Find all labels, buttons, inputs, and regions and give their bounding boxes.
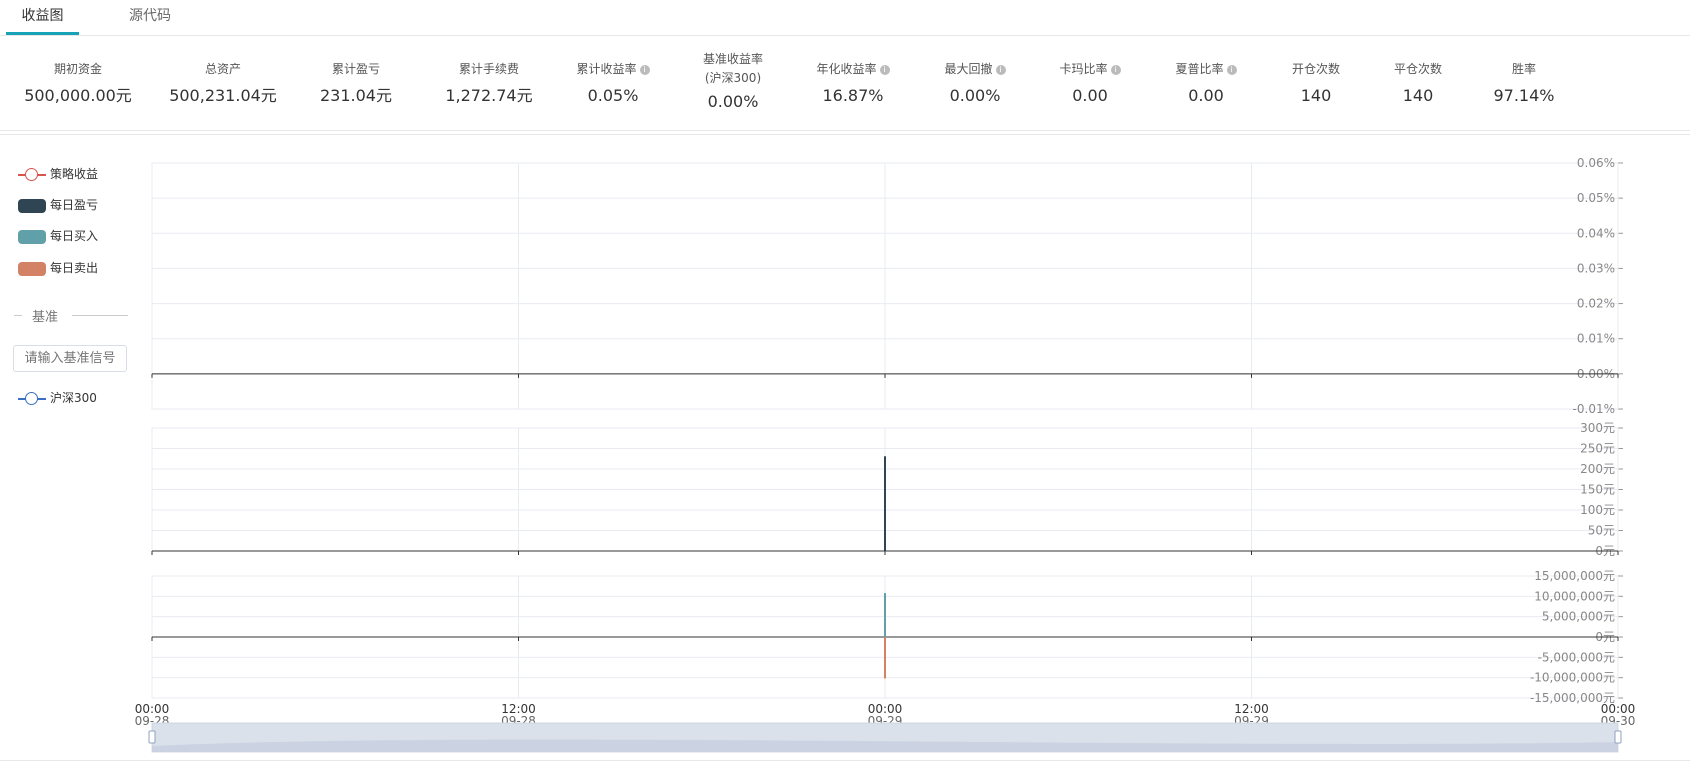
y-tick-label: 0.06% (1577, 156, 1615, 170)
info-icon[interactable]: i (1110, 64, 1121, 75)
datazoom-handle-right[interactable] (1614, 730, 1622, 744)
stat-label: 胜率 (1511, 62, 1536, 76)
stat-item: 总资产 500,231.04元 (163, 44, 283, 106)
stat-label: 基准收益率 (沪深300) (702, 52, 763, 85)
datazoom-window (152, 723, 1618, 752)
tab-divider (0, 35, 1690, 36)
divider (0, 134, 1690, 135)
info-icon[interactable]: i (639, 64, 650, 75)
info-icon[interactable]: i (1226, 64, 1237, 75)
tab-bar: 收益图 源代码 (0, 0, 1690, 35)
stat-item: 期初资金 500,000.00元 (18, 44, 138, 106)
y-tick-label: 150元 (1580, 483, 1615, 497)
stat-value: 0.00% (707, 92, 759, 111)
stat-label: 夏普比率 i (1146, 60, 1266, 78)
stat-value: 500,231.04元 (169, 86, 277, 105)
stat-value: 140 (1402, 86, 1434, 105)
stat-item: 累计盈亏 231.04元 (296, 44, 416, 106)
stat-label: 卡玛比率 i (1030, 60, 1150, 78)
stat-value: 0.00% (949, 86, 1001, 105)
y-tick-label: 10,000,000元 (1534, 589, 1615, 603)
stat-value: 500,000.00元 (24, 86, 132, 105)
stat-item: 胜率 97.14% (1464, 44, 1584, 106)
stats-panel: 期初资金 500,000.00元 总资产 500,231.04元 累计盈亏 231.04元… (0, 44, 1690, 130)
stat-label: 累计收益率 i (553, 60, 673, 78)
bar (884, 637, 886, 679)
stat-value: 0.00 (1188, 86, 1224, 105)
datazoom-handle-left[interactable] (148, 730, 156, 744)
stat-value: 0.05% (587, 86, 639, 105)
stat-item: 最大回撤 i 0.00% (915, 44, 1035, 106)
y-tick-label: 0.01% (1577, 332, 1615, 346)
stat-label: 最大回撤 i (915, 60, 1035, 78)
y-tick-label: 300元 (1580, 421, 1615, 435)
stat-item: 夏普比率 i 0.00 (1146, 44, 1266, 106)
y-tick-label: -10,000,000元 (1530, 671, 1615, 685)
y-tick-label: 50元 (1588, 524, 1615, 538)
stat-item: 累计收益率 i 0.05% (553, 44, 673, 106)
stat-item: 卡玛比率 i 0.00 (1030, 44, 1150, 106)
tab-source-code[interactable]: 源代码 (120, 0, 180, 32)
y-tick-label: -0.01% (1573, 402, 1615, 416)
stat-label: 年化收益率 i (793, 60, 913, 78)
stat-item: 平仓次数 140 (1358, 44, 1478, 106)
y-tick-label: 0.03% (1577, 261, 1615, 275)
stat-item: 累计手续费 1,272.74元 (429, 44, 549, 106)
stat-value: 231.04元 (320, 86, 392, 105)
stat-value: 97.14% (1493, 86, 1555, 105)
stat-value: 0.00 (1072, 86, 1108, 105)
y-tick-label: 0.02% (1577, 297, 1615, 311)
divider (0, 760, 1690, 761)
stat-label: 总资产 (204, 62, 241, 76)
stat-item: 基准收益率 (沪深300) 0.00% (673, 44, 793, 112)
bar (884, 456, 886, 551)
y-tick-label: 0.05% (1577, 191, 1615, 205)
stat-item: 年化收益率 i 16.87% (793, 44, 913, 106)
y-tick-label: 0.04% (1577, 226, 1615, 240)
info-icon[interactable]: i (879, 64, 890, 75)
stat-value: 1,272.74元 (445, 86, 533, 105)
y-tick-label: 15,000,000元 (1534, 569, 1615, 583)
divider (0, 130, 1690, 131)
y-tick-label: 200元 (1580, 462, 1615, 476)
y-tick-label: -5,000,000元 (1538, 650, 1615, 664)
stat-label: 累计手续费 (458, 62, 519, 76)
y-tick-label: 250元 (1580, 442, 1615, 456)
bar (884, 593, 886, 637)
stat-value: 16.87% (822, 86, 884, 105)
stat-label: 平仓次数 (1393, 62, 1442, 76)
stat-label: 期初资金 (53, 62, 102, 76)
tab-profit-chart[interactable]: 收益图 (6, 0, 79, 35)
y-tick-label: 5,000,000元 (1542, 610, 1615, 624)
profit-chart: 0.06%0.05%0.04%0.03%0.02%0.01%0.00%-0.01… (135, 156, 1635, 753)
info-icon[interactable]: i (995, 64, 1006, 75)
stat-label: 累计盈亏 (331, 62, 380, 76)
y-tick-label: 100元 (1580, 503, 1615, 517)
